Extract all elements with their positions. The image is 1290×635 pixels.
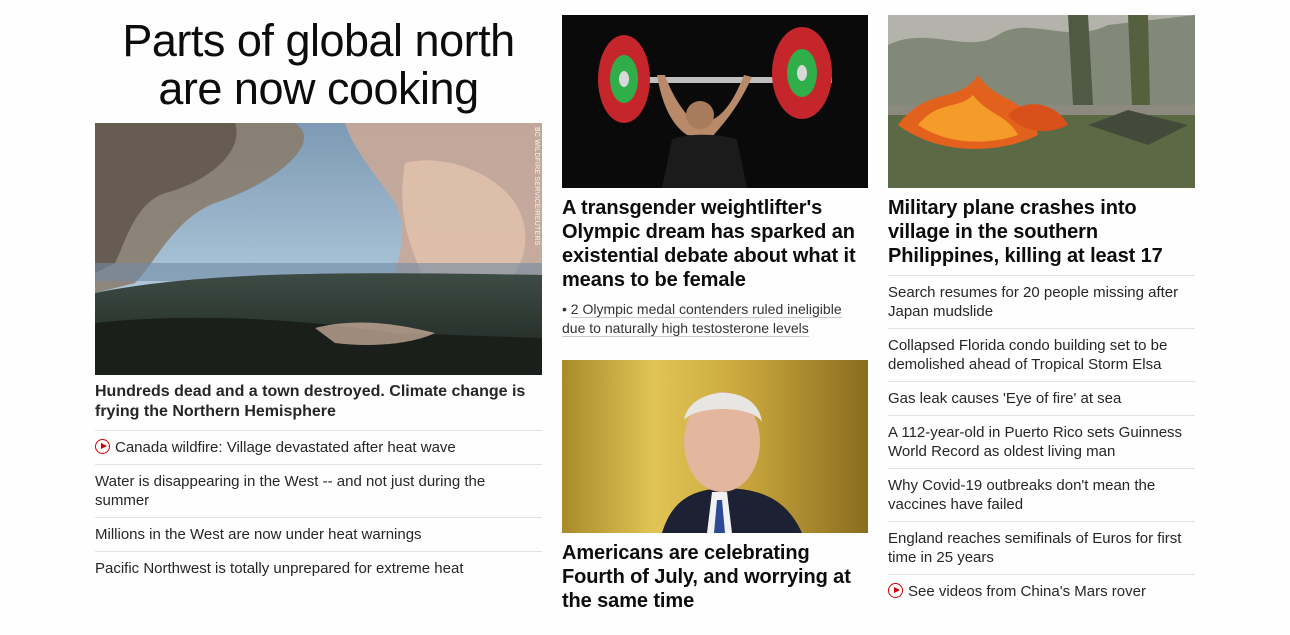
middle-story-column: A transgender weightlifter's Olympic dre… <box>562 15 868 613</box>
lead-story-column: Parts of global north are now cooking BC… <box>95 15 542 585</box>
lead-story-headline[interactable]: Hundreds dead and a town destroyed. Clim… <box>95 382 542 422</box>
plane-crash-image <box>888 15 1195 188</box>
wildfire-image <box>95 123 542 375</box>
weightlifter-image <box>562 15 868 188</box>
play-video-icon <box>95 439 110 454</box>
related-links-list: Canada wildfire: Village devastated afte… <box>95 430 542 585</box>
list-item[interactable]: Millions in the West are now under heat … <box>95 517 542 551</box>
wildfire-photo[interactable]: BC WILDFIRE SERVICE/REUTERS <box>95 123 542 375</box>
photo-credit: BC WILDFIRE SERVICE/REUTERS <box>533 127 540 246</box>
related-link-text[interactable]: 2 Olympic medal contenders ruled ineligi… <box>562 301 842 337</box>
weightlifter-story-headline[interactable]: A transgender weightlifter's Olympic dre… <box>562 196 868 292</box>
weightlifter-photo[interactable] <box>562 15 868 188</box>
bullet: • <box>562 301 567 317</box>
list-item[interactable]: Water is disappearing in the West -- and… <box>95 464 542 517</box>
list-item[interactable]: Pacific Northwest is totally unprepared … <box>95 551 542 585</box>
list-item[interactable]: Gas leak causes 'Eye of fire' at sea <box>888 381 1195 415</box>
list-item[interactable]: Search resumes for 20 people missing aft… <box>888 275 1195 328</box>
list-item-text[interactable]: Collapsed Florida condo building set to … <box>888 337 1167 373</box>
list-item[interactable]: Canada wildfire: Village devastated afte… <box>95 430 542 464</box>
list-item-text[interactable]: Pacific Northwest is totally unprepared … <box>95 560 464 577</box>
right-story-column: Military plane crashes into village in t… <box>888 15 1195 608</box>
fourth-of-july-headline[interactable]: Americans are celebrating Fourth of July… <box>562 541 868 613</box>
list-item-text[interactable]: Gas leak causes 'Eye of fire' at sea <box>888 390 1121 407</box>
list-item[interactable]: Why Covid-19 outbreaks don't mean the va… <box>888 468 1195 521</box>
plane-crash-headline[interactable]: Military plane crashes into village in t… <box>888 196 1195 268</box>
more-news-list: Search resumes for 20 people missing aft… <box>888 275 1195 608</box>
list-item-text[interactable]: A 112-year-old in Puerto Rico sets Guinn… <box>888 424 1182 460</box>
plane-crash-photo[interactable] <box>888 15 1195 188</box>
list-item-text[interactable]: Canada wildfire: Village devastated afte… <box>115 439 456 456</box>
list-item[interactable]: See videos from China's Mars rover <box>888 574 1195 608</box>
list-item-text[interactable]: Millions in the West are now under heat … <box>95 526 422 543</box>
biden-image <box>562 360 868 533</box>
weightlifter-related-link[interactable]: • 2 Olympic medal contenders ruled ineli… <box>562 300 868 338</box>
list-item[interactable]: A 112-year-old in Puerto Rico sets Guinn… <box>888 415 1195 468</box>
list-item-text[interactable]: Search resumes for 20 people missing aft… <box>888 284 1178 320</box>
list-item-text[interactable]: England reaches semifinals of Euros for … <box>888 530 1181 566</box>
list-item[interactable]: Collapsed Florida condo building set to … <box>888 328 1195 381</box>
list-item-text[interactable]: See videos from China's Mars rover <box>908 583 1146 600</box>
list-item[interactable]: England reaches semifinals of Euros for … <box>888 521 1195 574</box>
banner-headline[interactable]: Parts of global north are now cooking <box>95 17 542 123</box>
biden-photo[interactable] <box>562 360 868 533</box>
list-item-text[interactable]: Why Covid-19 outbreaks don't mean the va… <box>888 477 1155 513</box>
list-item-text[interactable]: Water is disappearing in the West -- and… <box>95 473 485 509</box>
play-video-icon <box>888 583 903 598</box>
